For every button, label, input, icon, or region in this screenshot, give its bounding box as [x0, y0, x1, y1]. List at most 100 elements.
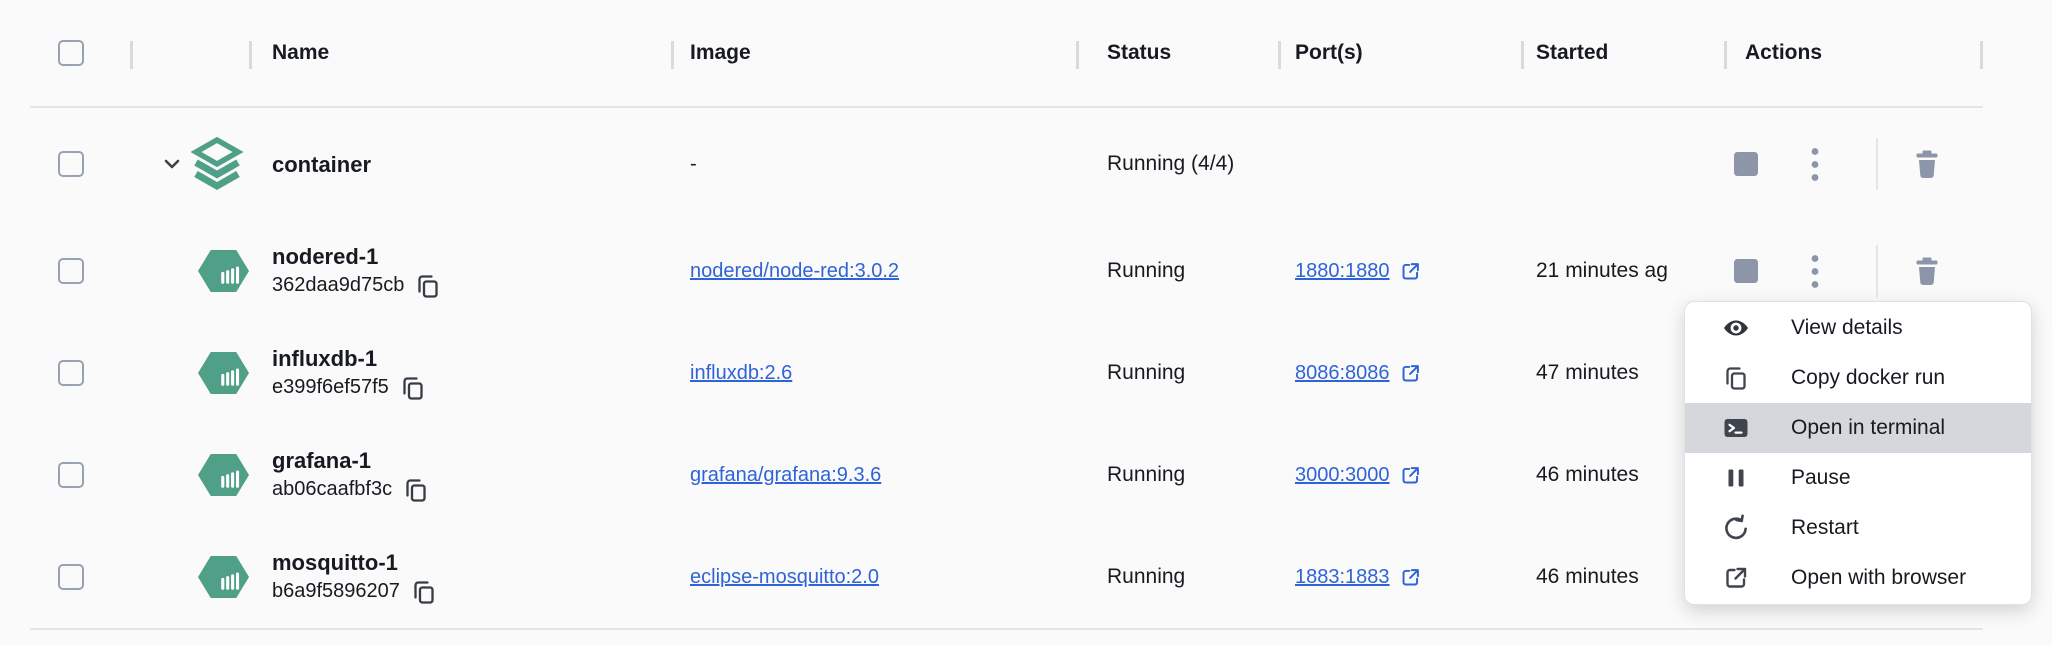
column-separator — [1076, 41, 1079, 69]
column-separator — [1724, 41, 1727, 69]
delete-button[interactable] — [1912, 148, 1942, 180]
column-header-label: Actions — [1745, 41, 1822, 65]
column-separator — [671, 41, 674, 69]
header-expand-cell — [130, 0, 249, 106]
compose-stack-icon — [189, 136, 245, 192]
status-text: Running — [1107, 361, 1185, 385]
copy-icon — [410, 578, 438, 606]
pause-icon — [1721, 464, 1751, 492]
copy-id-button[interactable] — [410, 578, 438, 606]
external-link-icon — [1399, 362, 1422, 385]
copy-icon — [399, 374, 427, 402]
table-bottom-border — [30, 628, 1983, 630]
image-link[interactable]: nodered/node-red:3.0.2 — [690, 260, 899, 283]
row-checkbox[interactable] — [58, 462, 84, 488]
status-text: Running — [1107, 463, 1185, 487]
copy-icon — [414, 272, 442, 300]
port-link[interactable]: 1880:1880 — [1295, 260, 1390, 283]
column-header-label: Started — [1536, 41, 1608, 65]
menu-item-restart[interactable]: Restart — [1685, 503, 2031, 553]
copy-id-button[interactable] — [414, 272, 442, 300]
menu-item-open-in-terminal[interactable]: Open in terminal — [1685, 403, 2031, 453]
header-select-all-cell — [30, 0, 130, 106]
image-link[interactable]: influxdb:2.6 — [690, 362, 792, 385]
stop-button[interactable] — [1734, 259, 1758, 283]
column-separator — [249, 41, 252, 69]
menu-item-label: Pause — [1791, 466, 1851, 490]
column-header-image[interactable]: Image — [671, 0, 1076, 106]
stop-button[interactable] — [1734, 152, 1758, 176]
select-all-checkbox[interactable] — [58, 40, 84, 66]
menu-item-open-with-browser[interactable]: Open with browser — [1685, 553, 2031, 603]
container-hexagon-icon — [198, 243, 249, 299]
container-id: ab06caafbf3c — [272, 475, 392, 504]
container-name: grafana-1 — [272, 446, 371, 475]
open-port-button[interactable] — [1399, 362, 1422, 385]
image-link[interactable]: eclipse-mosquitto:2.0 — [690, 566, 879, 589]
chevron-down-icon[interactable] — [161, 153, 183, 175]
port-link[interactable]: 1883:1883 — [1295, 566, 1390, 589]
column-separator — [1521, 41, 1524, 69]
container-id: e399f6ef57f5 — [272, 373, 389, 402]
external-link-icon — [1399, 566, 1422, 589]
container-id: 362daa9d75cb — [272, 271, 404, 300]
actions-divider — [1876, 138, 1878, 190]
menu-item-label: Copy docker run — [1791, 366, 1945, 390]
started-text: 46 minutes — [1536, 463, 1639, 487]
delete-button[interactable] — [1912, 255, 1942, 287]
column-header-ports[interactable]: Port(s) — [1278, 0, 1521, 106]
column-header-label: Name — [272, 41, 329, 65]
group-name: container — [272, 150, 371, 179]
container-context-menu: View details Copy docker run Open in ter… — [1684, 301, 2032, 605]
container-id: b6a9f5896207 — [272, 577, 400, 606]
column-header-label: Status — [1107, 41, 1171, 65]
open-port-button[interactable] — [1399, 260, 1422, 283]
container-hexagon-icon — [198, 447, 249, 503]
external-link-icon — [1399, 464, 1422, 487]
copy-icon — [402, 476, 430, 504]
image-link[interactable]: grafana/grafana:9.3.6 — [690, 464, 881, 487]
row-checkbox[interactable] — [58, 564, 84, 590]
container-name: influxdb-1 — [272, 344, 377, 373]
column-header-name[interactable]: Name — [249, 0, 671, 106]
column-separator — [130, 41, 133, 69]
column-header-label: Image — [690, 41, 751, 65]
port-link[interactable]: 3000:3000 — [1295, 464, 1390, 487]
kebab-icon — [1810, 147, 1820, 182]
row-checkbox[interactable] — [58, 151, 84, 177]
menu-item-label: Restart — [1791, 516, 1859, 540]
menu-item-label: View details — [1791, 316, 1903, 340]
column-header-status[interactable]: Status — [1076, 0, 1278, 106]
open-port-button[interactable] — [1399, 566, 1422, 589]
menu-item-view-details[interactable]: View details — [1685, 303, 2031, 353]
trash-icon — [1912, 255, 1942, 287]
menu-item-pause[interactable]: Pause — [1685, 453, 2031, 503]
table-row-group-container: container - Running (4/4) — [30, 108, 1983, 220]
column-header-started[interactable]: Started — [1521, 0, 1724, 106]
container-name: nodered-1 — [272, 242, 378, 271]
menu-item-copy-docker-run[interactable]: Copy docker run — [1685, 353, 2031, 403]
port-link[interactable]: 8086:8086 — [1295, 362, 1390, 385]
copy-id-button[interactable] — [399, 374, 427, 402]
container-name: mosquitto-1 — [272, 548, 398, 577]
terminal-icon — [1721, 414, 1751, 442]
container-hexagon-icon — [198, 345, 249, 401]
row-checkbox[interactable] — [58, 258, 84, 284]
copy-icon — [1721, 364, 1751, 392]
row-checkbox[interactable] — [58, 360, 84, 386]
started-text: 46 minutes — [1536, 565, 1639, 589]
column-header-actions: Actions — [1724, 0, 1983, 106]
eye-icon — [1721, 314, 1751, 342]
copy-id-button[interactable] — [402, 476, 430, 504]
status-text: Running — [1107, 565, 1185, 589]
external-link-icon — [1399, 260, 1422, 283]
menu-item-label: Open with browser — [1791, 566, 1966, 590]
open-port-button[interactable] — [1399, 464, 1422, 487]
actions-divider — [1876, 245, 1878, 297]
more-actions-button[interactable] — [1810, 147, 1820, 182]
more-actions-button[interactable] — [1810, 254, 1820, 289]
group-image-placeholder: - — [690, 153, 697, 176]
kebab-icon — [1810, 254, 1820, 289]
menu-item-label: Open in terminal — [1791, 416, 1945, 440]
external-link-icon — [1721, 564, 1751, 592]
